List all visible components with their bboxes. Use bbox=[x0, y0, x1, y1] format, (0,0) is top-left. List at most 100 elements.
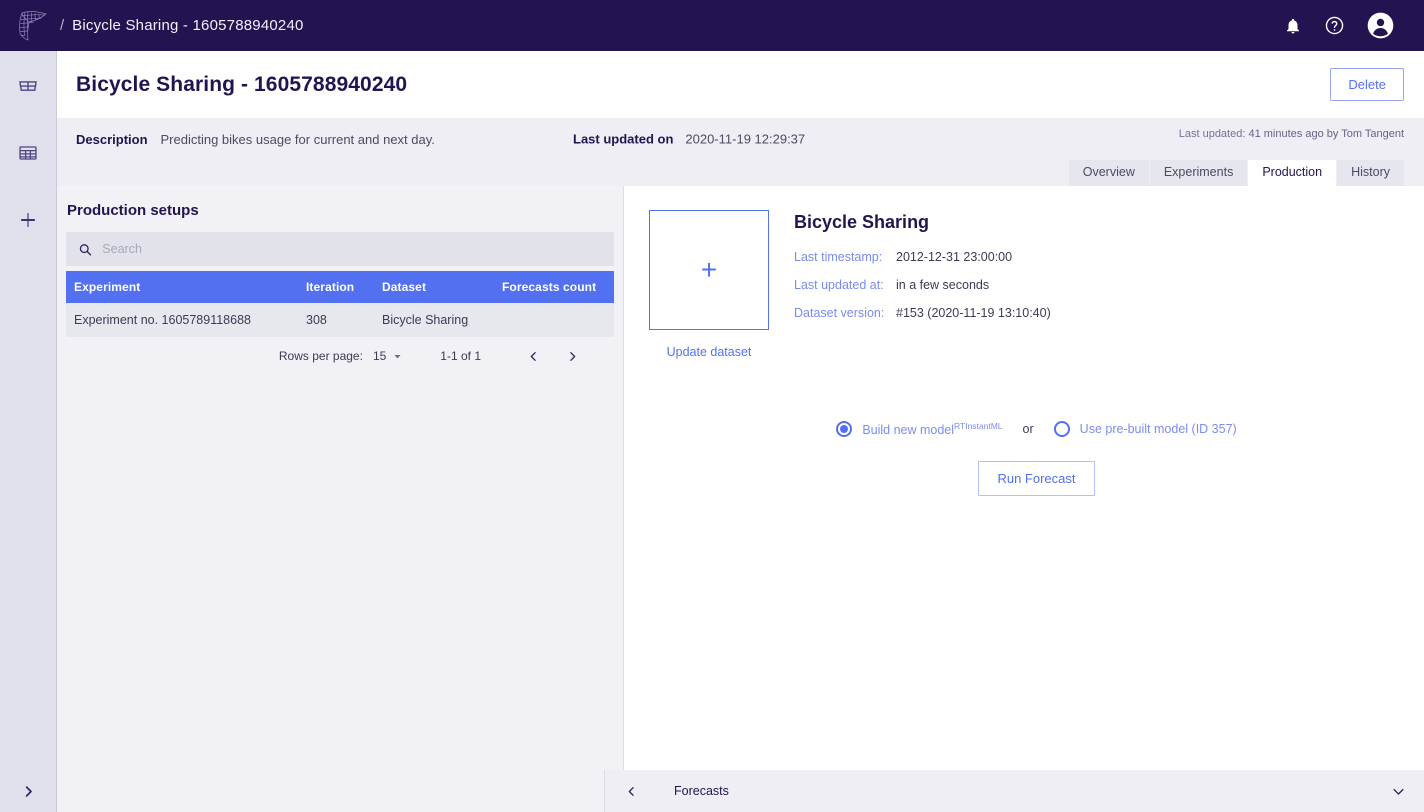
chevron-down-icon bbox=[394, 354, 401, 358]
dataset-version-label: Dataset version: bbox=[794, 306, 885, 320]
table-header-row: Experiment Iteration Dataset Forecasts c… bbox=[66, 271, 614, 303]
rows-per-page-value: 15 bbox=[372, 349, 387, 363]
search-input[interactable] bbox=[102, 242, 602, 256]
forecasts-back-button[interactable] bbox=[619, 785, 644, 798]
last-updated-meta: Last updated: 41 minutes ago by Tom Tang… bbox=[1179, 128, 1404, 140]
table-pagination: Rows per page: 15 1-1 of 1 bbox=[66, 337, 614, 363]
column-iteration[interactable]: Iteration bbox=[298, 271, 374, 303]
update-dataset-link[interactable]: Update dataset bbox=[649, 345, 769, 359]
build-new-model-superscript: RTInstantML bbox=[954, 421, 1003, 431]
build-new-model-option[interactable]: Build new modelRTInstantML bbox=[836, 421, 1003, 438]
breadcrumb-separator: / bbox=[60, 17, 65, 34]
sidebar-item-datasets[interactable] bbox=[0, 130, 57, 175]
sidebar-item-dashboard[interactable] bbox=[0, 63, 57, 108]
model-choice-row: Build new modelRTInstantML or Use pre-bu… bbox=[649, 421, 1424, 437]
production-setups-pane: Production setups Experiment Iteration D… bbox=[57, 186, 624, 770]
cell-dataset[interactable]: Bicycle Sharing bbox=[374, 303, 494, 337]
forecasts-bottom-bar: Forecasts bbox=[605, 770, 1424, 812]
last-updated-on-group: Last updated on 2020-11-19 12:29:37 bbox=[573, 132, 805, 147]
forecasts-expand-button[interactable] bbox=[1391, 784, 1406, 799]
tab-experiments[interactable]: Experiments bbox=[1149, 160, 1249, 186]
prebuilt-model-option[interactable]: Use pre-built model (ID 357) bbox=[1053, 421, 1237, 438]
chevron-right-icon bbox=[570, 351, 576, 361]
description-bar: Description Predicting bikes usage for c… bbox=[57, 118, 1424, 160]
search-box[interactable] bbox=[66, 232, 614, 266]
chevron-down-icon bbox=[1393, 788, 1404, 795]
tangent-works-logo-icon bbox=[19, 10, 47, 41]
topbar-actions bbox=[1284, 12, 1424, 39]
dataset-title: Bicycle Sharing bbox=[794, 212, 930, 232]
last-timestamp-label: Last timestamp: bbox=[794, 250, 883, 264]
notifications-bell-icon[interactable] bbox=[1284, 17, 1302, 35]
chevron-right-icon bbox=[25, 785, 32, 797]
table-row[interactable]: Experiment no. 1605789118688 308 Bicycle… bbox=[66, 303, 614, 337]
dashboard-grid-icon bbox=[19, 80, 37, 91]
page-container: Bicycle Sharing - 1605788940240 Delete D… bbox=[57, 51, 1424, 812]
top-navigation-bar: / Bicycle Sharing - 1605788940240 bbox=[0, 0, 1424, 51]
rows-per-page-select[interactable]: 15 bbox=[373, 349, 402, 363]
production-detail-pane: + Update dataset Bicycle Sharing Last ti… bbox=[624, 186, 1424, 770]
sidebar-expand-button[interactable] bbox=[0, 770, 57, 812]
column-experiment[interactable]: Experiment bbox=[66, 271, 298, 303]
column-dataset[interactable]: Dataset bbox=[374, 271, 494, 303]
user-avatar-icon[interactable] bbox=[1367, 12, 1394, 39]
table-body: Experiment no. 1605789118688 308 Bicycle… bbox=[66, 303, 614, 337]
build-new-model-radio[interactable] bbox=[836, 421, 853, 438]
dataset-card-column: + Update dataset bbox=[649, 210, 794, 359]
update-dataset-card[interactable]: + bbox=[649, 210, 769, 330]
table-header: Experiment Iteration Dataset Forecasts c… bbox=[66, 271, 614, 303]
search-icon bbox=[79, 243, 92, 256]
dataset-detail-row: Last timestamp: 2012-12-31 23:00:00 bbox=[794, 250, 1051, 264]
prebuilt-model-label: Use pre-built model (ID 357) bbox=[1079, 422, 1237, 437]
production-setups-table: Experiment Iteration Dataset Forecasts c… bbox=[66, 271, 614, 337]
tab-bar: Overview Experiments Production History bbox=[57, 160, 1424, 186]
bottom-left-filler bbox=[57, 770, 605, 812]
tab-history[interactable]: History bbox=[1337, 160, 1405, 186]
last-timestamp-value: 2012-12-31 23:00:00 bbox=[896, 250, 1013, 264]
help-circle-icon[interactable] bbox=[1324, 15, 1345, 36]
dataset-info: Bicycle Sharing Last timestamp: 2012-12-… bbox=[794, 210, 1051, 359]
forecasts-label[interactable]: Forecasts bbox=[674, 784, 729, 798]
run-forecast-button[interactable]: Run Forecast bbox=[978, 461, 1095, 497]
page-title: Bicycle Sharing - 1605788940240 bbox=[76, 72, 408, 96]
datasets-table-icon bbox=[19, 145, 37, 160]
last-updated-at-value: in a few seconds bbox=[896, 278, 990, 292]
add-new-icon bbox=[21, 212, 35, 227]
delete-button[interactable]: Delete bbox=[1330, 68, 1404, 101]
page-title-row: Bicycle Sharing - 1605788940240 Delete bbox=[57, 51, 1424, 118]
dataset-detail-row: Last updated at: in a few seconds bbox=[794, 278, 1051, 292]
last-updated-label: Last updated: bbox=[1178, 128, 1246, 140]
prebuilt-model-radio[interactable] bbox=[1053, 421, 1070, 438]
app-root: / Bicycle Sharing - 1605788940240 Bicycl… bbox=[0, 0, 1424, 812]
pagination-next-button[interactable] bbox=[553, 350, 592, 363]
last-updated-value: 41 minutes ago by Tom Tangent bbox=[1248, 128, 1404, 140]
dataset-summary-row: + Update dataset Bicycle Sharing Last ti… bbox=[649, 210, 1424, 359]
pagination-prev-button[interactable] bbox=[514, 350, 553, 363]
cell-iteration[interactable]: 308 bbox=[298, 303, 374, 337]
content-split: Production setups Experiment Iteration D… bbox=[57, 186, 1424, 770]
plus-icon: + bbox=[700, 254, 718, 285]
tab-production[interactable]: Production bbox=[1248, 160, 1338, 186]
app-logo[interactable] bbox=[0, 9, 60, 43]
or-separator: or bbox=[1022, 422, 1034, 437]
left-icon-rail bbox=[0, 51, 57, 812]
rows-per-page-label: Rows per page: bbox=[278, 349, 363, 363]
cell-experiment[interactable]: Experiment no. 1605789118688 bbox=[66, 303, 298, 337]
build-new-model-label: Build new modelRTInstantML bbox=[862, 421, 1002, 437]
chevron-left-icon bbox=[628, 786, 634, 796]
tab-overview[interactable]: Overview bbox=[1068, 160, 1150, 186]
pagination-range: 1-1 of 1 bbox=[440, 349, 481, 363]
sidebar-item-add-new[interactable] bbox=[0, 197, 57, 242]
column-forecasts-count[interactable]: Forecasts count bbox=[494, 271, 614, 303]
last-updated-on-label: Last updated on bbox=[573, 131, 674, 147]
breadcrumb-title[interactable]: Bicycle Sharing - 1605788940240 bbox=[72, 17, 303, 34]
chevron-left-icon bbox=[530, 351, 536, 361]
cell-forecasts-count[interactable] bbox=[494, 303, 614, 337]
last-updated-at-label: Last updated at: bbox=[794, 278, 884, 292]
run-forecast-row: Run Forecast bbox=[649, 461, 1424, 497]
production-setups-heading: Production setups bbox=[67, 202, 199, 219]
last-updated-on-value: 2020-11-19 12:29:37 bbox=[685, 131, 806, 147]
description-label: Description bbox=[76, 131, 148, 147]
dataset-version-value: #153 (2020-11-19 13:10:40) bbox=[896, 306, 1051, 320]
build-new-model-text: Build new model bbox=[862, 423, 955, 438]
